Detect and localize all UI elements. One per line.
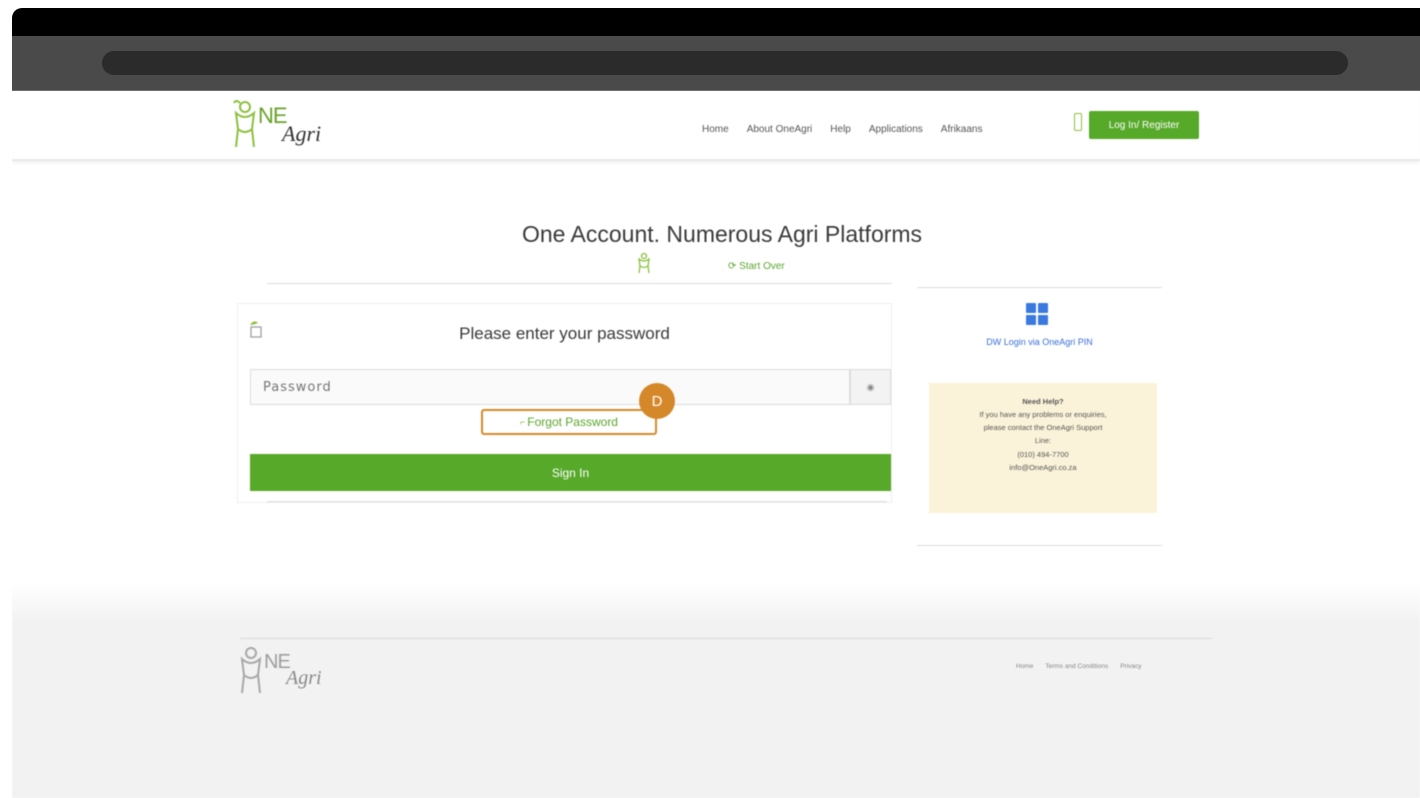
browser-toolbar xyxy=(12,36,1420,91)
mobile-icon xyxy=(1074,113,1082,131)
refresh-icon: ⟳ xyxy=(728,261,740,272)
help-line: If you have any problems or enquiries, xyxy=(979,410,1107,420)
login-register-button[interactable]: Log In/ Register xyxy=(1089,111,1199,139)
forgot-password-label: Forgot Password xyxy=(527,415,618,429)
page-headline: One Account. Numerous Agri Platforms xyxy=(521,221,923,247)
sign-in-button[interactable]: Sign In xyxy=(250,454,891,491)
site-footer: NE Agri Home Terms and Conditions Privac… xyxy=(12,583,1420,798)
footer-logo-sub: Agri xyxy=(286,667,322,689)
divider xyxy=(917,287,1162,288)
side-panel: DW Login via OneAgri PIN Need Help? If y… xyxy=(917,287,1162,547)
dw-login-link[interactable]: DW Login via OneAgri PIN xyxy=(917,337,1162,347)
help-line: Line: xyxy=(1034,436,1052,446)
show-password-button[interactable]: ◉ xyxy=(850,369,891,405)
annotation-badge: D xyxy=(639,383,675,419)
divider xyxy=(267,501,887,502)
oneagri-figure-icon xyxy=(638,253,650,273)
web-page: NE Agri Home About OneAgri Help Applicat… xyxy=(12,91,1420,798)
nav-item-home[interactable]: Home xyxy=(702,124,729,135)
logo-text-sub: Agri xyxy=(282,121,322,146)
password-card: Please enter your password ◉ ⌐ Forgot Pa… xyxy=(237,303,892,503)
nav-item-help[interactable]: Help xyxy=(830,124,851,135)
footer-link-privacy[interactable]: Privacy xyxy=(1120,663,1141,670)
footer-link-terms[interactable]: Terms and Conditions xyxy=(1045,663,1108,670)
nav-item-about[interactable]: About OneAgri xyxy=(747,124,813,135)
start-over-link[interactable]: ⟳ Start Over xyxy=(728,261,785,272)
logo-figure-icon xyxy=(233,100,256,148)
divider xyxy=(267,283,892,284)
main-nav: Home About OneAgri Help Applications Afr… xyxy=(702,124,982,135)
card-title: Please enter your password xyxy=(459,324,670,343)
help-email[interactable]: info@OneAgri.co.za xyxy=(929,461,1157,474)
start-over-label: Start Over xyxy=(739,261,785,272)
help-box: Need Help? If you have any problems or e… xyxy=(929,383,1157,513)
browser-window: NE Agri Home About OneAgri Help Applicat… xyxy=(12,8,1420,798)
address-bar[interactable] xyxy=(102,51,1348,75)
nav-item-applications[interactable]: Applications xyxy=(869,124,923,135)
footer-fade xyxy=(12,583,1420,623)
logo-figure-icon xyxy=(240,647,262,694)
site-logo[interactable]: NE Agri xyxy=(226,99,346,151)
browser-title-bar xyxy=(12,8,1420,36)
help-phone[interactable]: (010) 494-7700 xyxy=(929,448,1157,461)
forgot-password-link[interactable]: ⌐ Forgot Password xyxy=(481,409,657,435)
footer-links: Home Terms and Conditions Privacy xyxy=(1016,663,1142,670)
apps-grid-icon xyxy=(1026,303,1048,325)
key-icon: ⌐ xyxy=(520,417,526,427)
footer-link-home[interactable]: Home xyxy=(1016,663,1033,670)
footer-logo: NE Agri xyxy=(232,643,362,703)
nav-item-afrikaans[interactable]: Afrikaans xyxy=(941,124,983,135)
divider xyxy=(240,638,1212,639)
site-header: NE Agri Home About OneAgri Help Applicat… xyxy=(12,91,1420,161)
help-line: please contact the OneAgri Support xyxy=(983,423,1103,433)
help-title: Need Help? xyxy=(1022,397,1064,406)
eye-icon: ◉ xyxy=(866,381,875,392)
password-input[interactable] xyxy=(250,369,850,405)
divider xyxy=(917,545,1162,546)
